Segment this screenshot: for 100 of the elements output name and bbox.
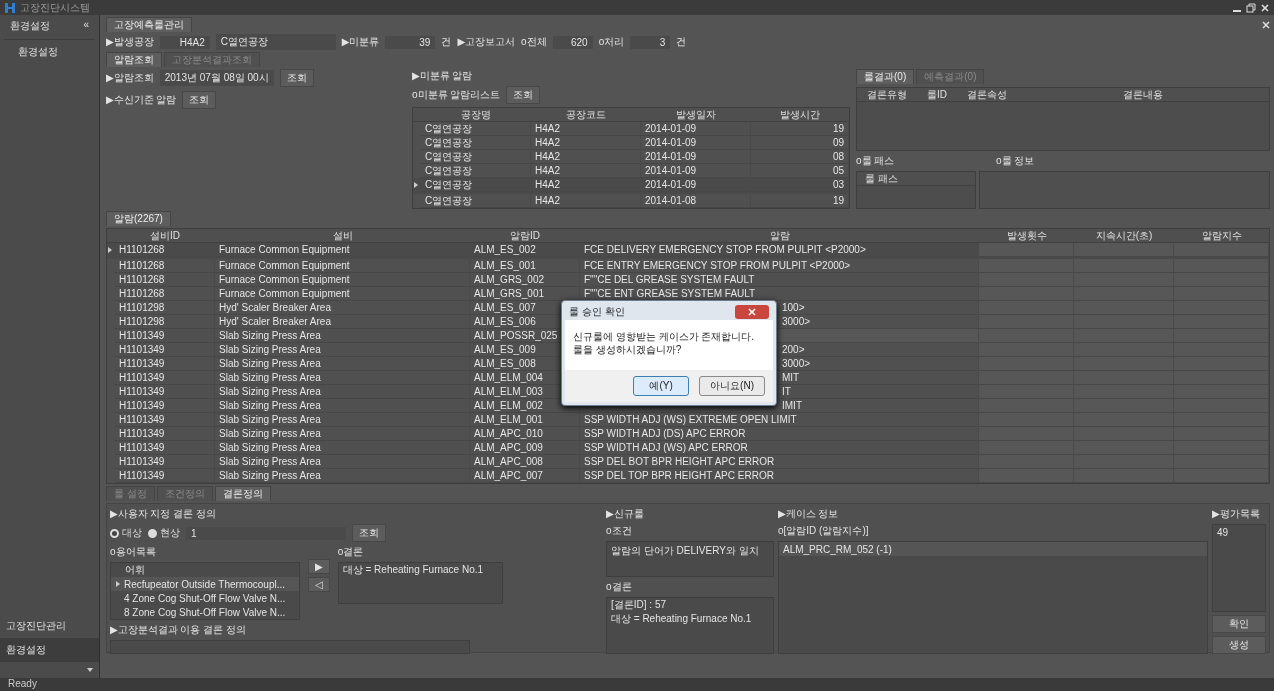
radio-option[interactable]: 현상 [148, 526, 180, 540]
query-tab[interactable]: 알람조회 [106, 52, 162, 67]
total-label: o전체 [521, 35, 547, 49]
close-icon[interactable] [1262, 20, 1270, 29]
rule-info-label: o룰 정보 [996, 154, 1035, 168]
definition-tab[interactable]: 결론정의 [214, 486, 271, 501]
restore-icon[interactable] [1246, 2, 1256, 13]
move-button[interactable]: ▶ [308, 559, 330, 574]
table-cell: H1101349 [115, 329, 215, 343]
query-button[interactable]: 조회 [352, 524, 386, 542]
table-cell: ALM_APC_010 [470, 427, 580, 441]
action-button[interactable]: 확인 [1212, 615, 1266, 633]
value-field[interactable]: 1 [186, 526, 346, 540]
app-logo-icon [4, 1, 16, 14]
plant-label: ▶발생공장 [106, 35, 154, 49]
action-button[interactable]: 생성 [1212, 636, 1266, 654]
column-header[interactable]: 발생일자 [641, 108, 751, 122]
table-cell: FCE ENTRY EMERGENCY STOP FROM PULPIT <P2000> [580, 259, 979, 273]
table-cell: H4A2 [531, 164, 641, 178]
table-cell: ALM_GRS_001 [470, 287, 580, 301]
column-header[interactable]: 설비 [215, 229, 470, 243]
column-header[interactable]: 공장코드 [531, 108, 641, 122]
table-cell: Slab Sizing Press Area [215, 329, 470, 343]
table-cell: H1101349 [115, 455, 215, 469]
conclusion-label: o결론 [606, 580, 633, 594]
column-header[interactable]: 룰ID [917, 88, 957, 102]
table-cell: Slab Sizing Press Area [215, 427, 470, 441]
table-cell: C열연공장 [421, 150, 531, 164]
list-item[interactable]: 49 [1213, 525, 1265, 539]
list-item[interactable]: 8 Zone Cog Shut-Off Flow Valve N... [111, 605, 299, 619]
radio-option[interactable]: 대상 [110, 526, 142, 540]
sidebar-item[interactable]: 환경설정 [0, 638, 99, 662]
query-button[interactable]: 조회 [182, 91, 217, 109]
table-cell: Slab Sizing Press Area [215, 385, 470, 399]
caret-icon[interactable] [87, 668, 93, 672]
table-cell: SSP DEL TOP BPR HEIGHT APC ERROR [580, 469, 979, 483]
column-header[interactable]: 발생횟수 [979, 229, 1074, 243]
table-cell: H1101268 [115, 259, 215, 273]
table-cell: SSP WIDTH ADJ (WS) EXTREME OPEN LIMIT [580, 413, 979, 427]
table-cell: H1101349 [115, 427, 215, 441]
table-cell: Slab Sizing Press Area [215, 413, 470, 427]
table-cell: H4A2 [531, 150, 641, 164]
list-item[interactable]: 4 Zone Cog Shut-Off Flow Valve N... [111, 591, 299, 605]
table-cell: H4A2 [531, 194, 641, 208]
move-button[interactable]: ◁ [308, 577, 330, 592]
date-dropdown[interactable]: 2013년 07월 08일 00시 [159, 70, 274, 86]
unit-label: 건 [441, 35, 452, 49]
column-header[interactable]: 발생시간 [751, 108, 849, 122]
query-button[interactable]: 조회 [279, 69, 314, 87]
table-cell: H1101349 [115, 357, 215, 371]
close-icon[interactable] [735, 305, 769, 319]
table-cell: C열연공장 [421, 194, 531, 208]
table-cell: 2014-01-08 [641, 194, 751, 208]
total-count: 620 [552, 35, 593, 49]
list-item[interactable]: Recfupeator Outside Thermocoupl... [111, 577, 299, 591]
table-cell: ALM_APC_008 [470, 455, 580, 469]
list-item[interactable]: ALM_PRC_RM_052 (-1) [779, 542, 1207, 556]
conclusion-text: [결론ID] : 57 [610, 598, 667, 612]
column-header[interactable]: 알람 [580, 229, 979, 243]
condition-text: 알람의 단어가 DELIVERY와 일치 [610, 544, 760, 558]
dialog-button[interactable]: 아니요(N) [699, 376, 765, 396]
table-cell: H1101268 [115, 273, 215, 287]
column-header[interactable]: 설비ID [115, 229, 215, 243]
column-header[interactable]: 알람지수 [1174, 229, 1269, 243]
result-tab[interactable]: 룰결과(0) [856, 69, 915, 84]
table-cell: Slab Sizing Press Area [215, 455, 470, 469]
table-cell: H1101268 [115, 287, 215, 301]
table-cell: ALM_APC_009 [470, 441, 580, 455]
table-cell: Hyd' Scaler Breaker Area [215, 301, 470, 315]
plant-code-field[interactable]: H4A2 [159, 35, 210, 49]
column-header[interactable]: 알람ID [470, 229, 580, 243]
dialog-button[interactable]: 예(Y) [633, 376, 690, 396]
table-cell: H1101349 [115, 371, 215, 385]
column-header[interactable]: 룰 패스 [857, 172, 975, 186]
collapse-button[interactable]: « [83, 19, 89, 33]
section-title: ▶고장분석결과 이용 결론 정의 [110, 623, 248, 637]
column-header[interactable]: 공장명 [421, 108, 531, 122]
alarm-query-label: ▶알람조회 [106, 71, 154, 85]
unclassified-count: 39 [385, 35, 436, 49]
received-alarm-label: ▶수신기준 알람 [106, 93, 177, 107]
query-button[interactable]: 조회 [506, 86, 541, 104]
alarm-tab[interactable]: 알람(2267) [106, 211, 171, 226]
window-title: 고장진단시스템 [20, 0, 91, 15]
sidebar-item[interactable]: 고장진단관리 [0, 614, 99, 638]
column-header[interactable]: 지속시간(초) [1074, 229, 1174, 243]
plant-dropdown[interactable]: C열연공장 [215, 34, 336, 50]
table-cell: Slab Sizing Press Area [215, 441, 470, 455]
column-header[interactable]: 결론속성 [957, 88, 1017, 102]
close-icon[interactable] [1260, 2, 1270, 13]
table-cell: H1101298 [115, 315, 215, 329]
column-header[interactable]: 결론유형 [857, 88, 917, 102]
table-cell: 2014-01-09 [641, 150, 751, 164]
document-tab[interactable]: 고장예측룰관리 [106, 17, 192, 32]
table-cell: ALM_APC_007 [470, 469, 580, 483]
column-header[interactable]: 결론내용 [1017, 88, 1269, 102]
table-cell: Furnace Common Equipment [215, 273, 470, 287]
table-cell: 05 [751, 164, 849, 178]
sidebar-item[interactable]: 환경설정 [0, 40, 99, 64]
table-cell: H1101349 [115, 469, 215, 483]
list-item[interactable]: 대상 = Reheating Furnace No.1 [338, 563, 502, 577]
